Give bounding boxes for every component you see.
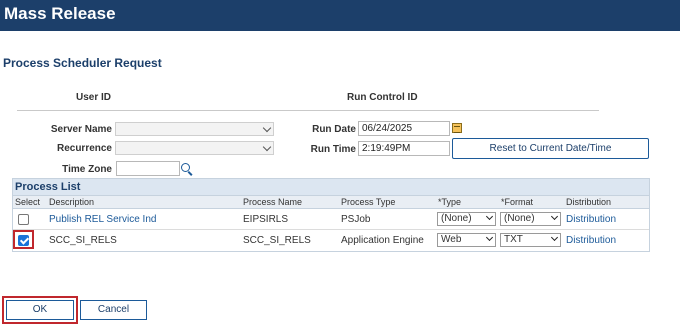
reset-datetime-button[interactable]: Reset to Current Date/Time (452, 138, 649, 159)
chevron-down-icon (485, 212, 494, 221)
divider (17, 110, 599, 111)
col-select: Select (15, 197, 41, 207)
chevron-down-icon (485, 233, 494, 242)
col-description: Description (49, 197, 95, 207)
column-header-row: Select Description Process Name Process … (13, 196, 649, 209)
table-row: SCC_SI_RELS SCC_SI_RELS Application Engi… (13, 230, 649, 251)
chevron-down-icon (262, 142, 272, 152)
process-description: SCC_SI_RELS (49, 235, 117, 246)
chevron-down-icon (550, 233, 559, 242)
time-zone-label: Time Zone (62, 164, 112, 175)
process-description-link[interactable]: Publish REL Service Ind (49, 214, 156, 225)
format-select[interactable]: TXT (500, 233, 561, 247)
time-zone-input[interactable] (116, 161, 180, 176)
format-select[interactable]: (None) (500, 212, 561, 226)
type-select[interactable]: (None) (437, 212, 496, 226)
run-time-input[interactable]: 2:19:49PM (358, 141, 450, 156)
run-date-input[interactable]: 06/24/2025 (358, 121, 450, 136)
run-time-label: Run Time (310, 144, 356, 155)
chevron-down-icon (262, 123, 272, 133)
calendar-icon[interactable] (452, 123, 462, 133)
run-date-label: Run Date (312, 124, 356, 135)
recurrence-select[interactable] (115, 141, 274, 155)
process-type: PSJob (341, 214, 371, 225)
col-type: *Type (438, 197, 462, 207)
process-list-title: Process List (15, 181, 81, 193)
checkbox-highlight (13, 230, 34, 249)
select-checkbox[interactable] (18, 214, 29, 225)
server-name-label: Server Name (50, 124, 112, 135)
ok-button-highlight (2, 296, 78, 324)
col-process-name: Process Name (243, 197, 303, 207)
grid-title-bar: Process List (13, 179, 649, 196)
section-title: Process Scheduler Request (3, 56, 162, 70)
col-distribution: Distribution (566, 197, 612, 207)
search-icon[interactable] (181, 163, 194, 176)
recurrence-label: Recurrence (56, 143, 112, 154)
server-name-select[interactable] (115, 122, 274, 136)
user-id-label: User ID (76, 92, 112, 103)
process-type: Application Engine (341, 235, 424, 246)
col-format: *Format (501, 197, 534, 207)
run-control-id-label: Run Control ID (347, 92, 418, 103)
distribution-link[interactable]: Distribution (566, 235, 616, 246)
title-bar: Mass Release (0, 0, 680, 31)
process-list-grid: Process List Select Description Process … (12, 178, 650, 252)
cancel-button[interactable]: Cancel (80, 300, 147, 320)
chevron-down-icon (550, 212, 559, 221)
process-name: EIPSIRLS (243, 214, 289, 225)
process-name: SCC_SI_RELS (243, 235, 311, 246)
type-select[interactable]: Web (437, 233, 496, 247)
col-process-type: Process Type (341, 197, 396, 207)
table-row: Publish REL Service Ind EIPSIRLS PSJob (… (13, 209, 649, 230)
distribution-link[interactable]: Distribution (566, 214, 616, 225)
page-header-title: Mass Release (4, 4, 116, 23)
